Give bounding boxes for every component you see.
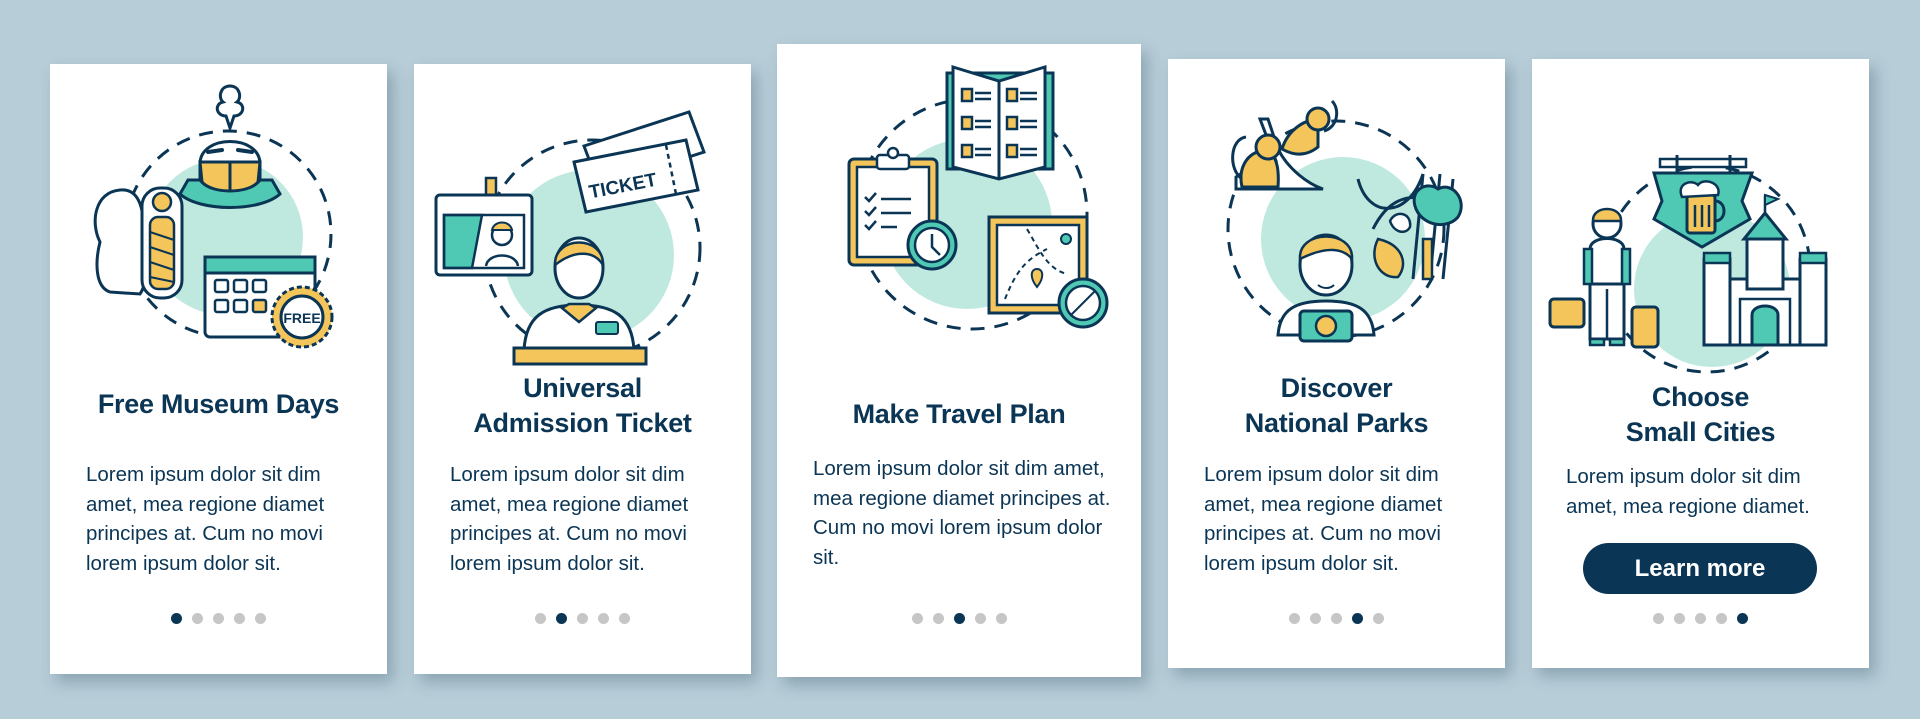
- clock-icon: [906, 219, 958, 271]
- tickets-icon: TICKET: [572, 110, 706, 214]
- onboarding-card-travel-plan: Make Travel Plan Lorem ipsum dolor sit d…: [777, 44, 1141, 677]
- card-title-line-1: Discover: [1280, 373, 1393, 403]
- page-dot-4[interactable]: [1716, 613, 1727, 624]
- page-dot-2[interactable]: [556, 613, 567, 624]
- free-museum-days-illustration: FREE: [50, 72, 387, 352]
- page-indicator: [50, 613, 387, 624]
- page-dot-4[interactable]: [598, 613, 609, 624]
- page-indicator: [777, 613, 1141, 624]
- page-dot-3[interactable]: [213, 613, 224, 624]
- card-title-line-2: National Parks: [1244, 408, 1429, 438]
- brochure-icon: [945, 64, 1055, 181]
- page-dot-2[interactable]: [1674, 613, 1685, 624]
- page-dot-4[interactable]: [974, 613, 986, 624]
- free-badge-text: FREE: [283, 310, 320, 326]
- onboarding-card-admission-ticket: TICKET Universal Admission Ticket Lorem …: [414, 64, 751, 674]
- mummy-icon: [140, 186, 184, 300]
- page-dot-3[interactable]: [1331, 613, 1342, 624]
- id-badge-icon: [434, 176, 534, 277]
- card-title-line-2: Small Cities: [1625, 417, 1776, 447]
- page-dot-1[interactable]: [1653, 613, 1664, 624]
- page-dot-2[interactable]: [1310, 613, 1321, 624]
- page-dot-4[interactable]: [234, 613, 245, 624]
- page-dot-3[interactable]: [953, 613, 965, 624]
- page-dot-1[interactable]: [171, 613, 182, 624]
- page-dot-2[interactable]: [932, 613, 944, 624]
- page-dot-5[interactable]: [1737, 613, 1748, 624]
- card-title-line-1: Universal: [523, 373, 642, 403]
- card-description: Lorem ipsum dolor sit dim amet, mea regi…: [1566, 465, 1810, 518]
- page-dot-2[interactable]: [192, 613, 203, 624]
- page-dot-1[interactable]: [1289, 613, 1300, 624]
- card-title-line-2: Admission Ticket: [473, 408, 692, 438]
- page-dot-5[interactable]: [619, 613, 630, 624]
- card-description: Lorem ipsum dolor sit dim amet, mea regi…: [450, 463, 689, 575]
- knight-helmet-icon: [178, 84, 282, 209]
- card-title: Choose Small Cities: [1532, 380, 1869, 450]
- page-dot-5[interactable]: [1373, 613, 1384, 624]
- page-indicator: [1532, 613, 1869, 624]
- card-title: Universal Admission Ticket: [414, 371, 751, 441]
- card-description: Lorem ipsum dolor sit dim amet, mea regi…: [86, 463, 325, 575]
- onboarding-card-free-museum-days: FREE Free Museum Days Lorem ipsum dolor …: [50, 64, 387, 674]
- card-title: Discover National Parks: [1168, 371, 1505, 441]
- page-dot-1[interactable]: [911, 613, 923, 624]
- compass-icon: [1057, 277, 1109, 329]
- travel-plan-illustration: [777, 59, 1141, 339]
- learn-more-button[interactable]: Learn more: [1583, 543, 1817, 594]
- card-title: Free Museum Days: [97, 389, 340, 419]
- national-parks-illustration: [1168, 89, 1505, 369]
- page-dot-4[interactable]: [1352, 613, 1363, 624]
- onboarding-card-small-cities: Choose Small Cities Lorem ipsum dolor si…: [1532, 59, 1869, 668]
- page-indicator: [414, 613, 751, 624]
- card-description: Lorem ipsum dolor sit dim amet, mea regi…: [1204, 463, 1443, 575]
- free-badge-icon: FREE: [270, 285, 334, 349]
- card-title: Make Travel Plan: [852, 399, 1066, 429]
- onboarding-card-national-parks: Discover National Parks Lorem ipsum dolo…: [1168, 59, 1505, 668]
- admission-ticket-illustration: TICKET: [414, 90, 751, 370]
- small-cities-illustration: [1532, 119, 1869, 399]
- page-dot-1[interactable]: [535, 613, 546, 624]
- page-dot-5[interactable]: [995, 613, 1007, 624]
- statue-icon: [93, 188, 149, 296]
- card-description: Lorem ipsum dolor sit dim amet, mea regi…: [813, 457, 1111, 569]
- card-title-line-1: Choose: [1651, 382, 1750, 412]
- page-dot-5[interactable]: [255, 613, 266, 624]
- page-dot-3[interactable]: [577, 613, 588, 624]
- page-indicator: [1168, 613, 1505, 624]
- page-dot-3[interactable]: [1695, 613, 1706, 624]
